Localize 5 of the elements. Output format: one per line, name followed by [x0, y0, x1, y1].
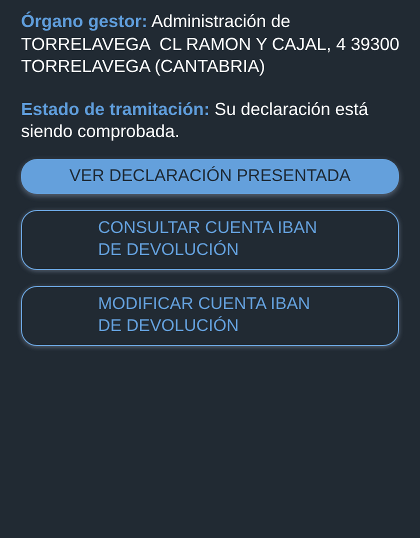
detail-text: Órgano gestor: Administración de TORRELAVEGA CL RAMON Y CAJAL, 4 39300 TORRELAVEGA (CANTABRIA)	[21, 10, 400, 78]
action-button[interactable]: MODIFICAR CUENTA IBAN DE DEVOLUCIÓN	[21, 286, 399, 346]
action-button[interactable]: VER DECLARACIÓN PRESENTADA	[21, 158, 399, 194]
action-button[interactable]: CONSULTAR CUENTA IBAN DE DEVOLUCIÓN	[21, 210, 399, 270]
detail-text: Estado de tramitación: Su declaración está siendo comprobada.	[21, 98, 370, 142]
